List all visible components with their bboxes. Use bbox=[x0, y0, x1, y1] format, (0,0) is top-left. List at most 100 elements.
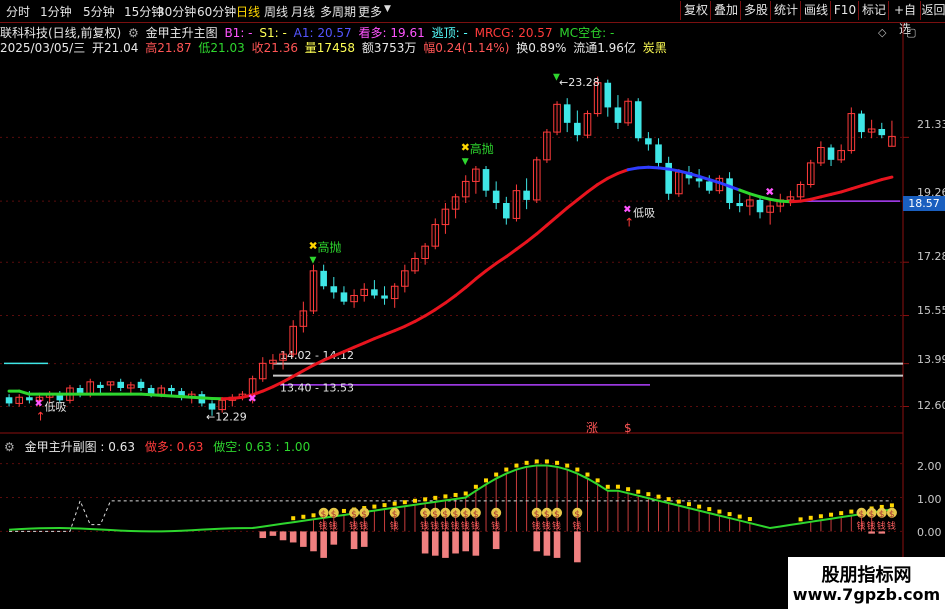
sell-x-45: ✖ bbox=[461, 141, 470, 154]
sub-dot-64 bbox=[656, 494, 661, 499]
sub-bar-43 bbox=[442, 531, 449, 558]
candle-body-16 bbox=[168, 388, 175, 392]
moneybag-sign-44: $ bbox=[453, 510, 459, 520]
candle-body-33 bbox=[340, 292, 348, 302]
sub-dot-67 bbox=[686, 502, 691, 507]
moneybag-sign-53: $ bbox=[544, 510, 550, 520]
sub-indicator-title: ⚙ 金甲主升副图 : 0.63 做多: 0.63 做空: 0.63 : 1.00 bbox=[4, 438, 316, 455]
candle-body-62 bbox=[634, 101, 642, 139]
moneybag-sign-52: $ bbox=[534, 510, 540, 520]
ma-segment-47 bbox=[474, 269, 488, 281]
moneybag-sign-38: $ bbox=[392, 510, 398, 520]
sub-dot-38 bbox=[392, 501, 397, 506]
ma-segment-80 bbox=[809, 195, 823, 201]
short-value: 做空: 0.63 : 1.00 bbox=[213, 440, 311, 454]
sub-bar-35 bbox=[360, 531, 368, 547]
turn-x-2: ✖ bbox=[765, 185, 774, 198]
ma-segment-48 bbox=[484, 261, 498, 273]
sub-bar-27 bbox=[279, 531, 287, 541]
ma-segment-74 bbox=[748, 192, 762, 199]
price-label-5: 12.60 bbox=[917, 399, 945, 412]
sub-dot-79 bbox=[808, 515, 813, 520]
price-label-3: 15.55 bbox=[917, 304, 945, 317]
ma-segment-76 bbox=[768, 197, 782, 203]
buy-label-61: 低吸 bbox=[633, 206, 655, 219]
ma-segment-42 bbox=[423, 308, 437, 318]
moneybag-sign-86: $ bbox=[879, 510, 885, 520]
sub-dot-30 bbox=[311, 513, 316, 518]
moneybag-label-35: 钱 bbox=[359, 520, 368, 532]
moneybag-sign-84: $ bbox=[858, 510, 864, 520]
ma-segment-2 bbox=[17, 389, 31, 396]
ma-segment-41 bbox=[413, 314, 427, 323]
ma-segment-36 bbox=[362, 337, 376, 345]
sub-dot-80 bbox=[818, 514, 823, 519]
price-label-4: 13.99 bbox=[917, 353, 945, 366]
sub-bar-48 bbox=[492, 531, 500, 550]
candle-body-11 bbox=[117, 381, 124, 388]
moneybag-sign-87: $ bbox=[889, 510, 895, 520]
candle-body-72 bbox=[736, 203, 744, 207]
sub-dot-62 bbox=[636, 489, 641, 494]
ma-segment-44 bbox=[443, 294, 458, 305]
candle-body-64 bbox=[655, 144, 662, 163]
ma-segment-35 bbox=[352, 341, 366, 349]
buy-x-61: ✖ bbox=[623, 204, 631, 215]
sub-dot-82 bbox=[839, 511, 844, 516]
candle-body-32 bbox=[330, 286, 338, 293]
ma-segment-50 bbox=[504, 247, 518, 259]
candle-body-69 bbox=[705, 181, 713, 191]
sub-bar-42 bbox=[431, 531, 439, 556]
moneybag-label-34: 钱 bbox=[349, 520, 358, 532]
ma-segment-57 bbox=[575, 190, 589, 202]
candle-body-71 bbox=[726, 178, 733, 203]
sub-indicator-name[interactable]: 金甲主升副图 : 0.63 bbox=[25, 440, 135, 454]
low-label: ←12.29 bbox=[206, 410, 247, 423]
sub-bar-25 bbox=[259, 531, 267, 539]
ma-segment-15 bbox=[149, 393, 163, 397]
sub-dot-42 bbox=[433, 495, 438, 500]
sell-x-30: ✖ bbox=[309, 240, 318, 253]
sub-dot-69 bbox=[707, 507, 712, 512]
sub-bar-54 bbox=[553, 531, 561, 558]
ma-segment-46 bbox=[464, 277, 478, 289]
ma-segment-37 bbox=[372, 333, 387, 341]
range-label-b: 13.40 - 13.53 bbox=[280, 382, 354, 395]
moneybag-sign-46: $ bbox=[473, 510, 479, 520]
sub-dot-60 bbox=[615, 484, 620, 489]
ma-segment-85 bbox=[859, 181, 874, 188]
moneybag-sign-85: $ bbox=[869, 510, 875, 520]
sub-bar-31 bbox=[320, 531, 327, 558]
price-label-0: 21.33 bbox=[917, 118, 945, 131]
sub-dot-39 bbox=[402, 500, 407, 505]
ma-segment-19 bbox=[190, 395, 204, 400]
moneybag-label-41: 钱 bbox=[420, 520, 429, 532]
candle-body-63 bbox=[645, 138, 652, 145]
sub-dot-72 bbox=[737, 514, 742, 519]
moneybag-label-44: 钱 bbox=[451, 520, 460, 532]
sub-dot-55 bbox=[565, 463, 570, 468]
candle-body-74 bbox=[756, 199, 764, 213]
moneybag-sign-42: $ bbox=[432, 510, 438, 520]
candle-body-48 bbox=[492, 190, 500, 203]
sub-settings-icon[interactable]: ⚙ bbox=[4, 440, 15, 454]
ma-segment-66 bbox=[667, 167, 681, 173]
sub-dot-51 bbox=[524, 460, 529, 465]
sub-dot-83 bbox=[849, 509, 854, 514]
sub-dot-66 bbox=[676, 499, 681, 504]
ma-segment-83 bbox=[839, 187, 853, 194]
sub-bar-29 bbox=[300, 531, 307, 547]
sub-bar-30 bbox=[310, 531, 317, 552]
sub-dot-36 bbox=[372, 504, 377, 509]
ma-segment-43 bbox=[433, 301, 447, 312]
sub-dot-41 bbox=[423, 497, 428, 502]
ma-segment-79 bbox=[799, 197, 813, 203]
sub-indicator: $钱$钱$钱$钱$钱$钱$钱$钱$钱$钱$钱$钱$钱$钱$钱$钱$钱$钱$钱$钱 bbox=[0, 459, 903, 563]
price-chart[interactable]: 14.02 - 14.1213.40 - 13.53 ✖▼高抛✖▼高抛↑✖ 低吸↑… bbox=[0, 0, 945, 609]
sub-bar-28 bbox=[289, 531, 297, 543]
sub-dot-49 bbox=[504, 467, 509, 472]
ma-segment-38 bbox=[383, 329, 397, 337]
ma-segment-59 bbox=[596, 176, 610, 186]
ma-segment-82 bbox=[829, 190, 843, 196]
moneybag-label-46: 钱 bbox=[471, 520, 480, 532]
